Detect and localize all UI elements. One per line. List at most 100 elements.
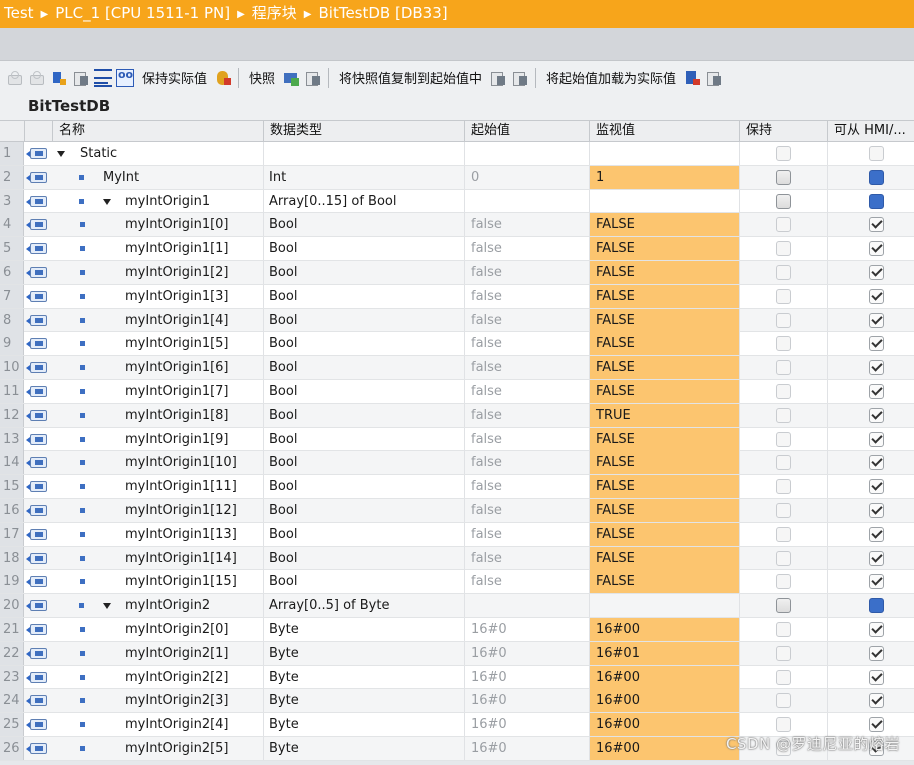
table-row[interactable]: 10 myIntOrigin1[6] Bool false FALSE	[0, 356, 914, 380]
monitor-value-cell[interactable]: FALSE	[589, 427, 739, 451]
row-number[interactable]: 6	[0, 261, 24, 284]
table-row[interactable]: 9 myIntOrigin1[5] Bool false FALSE	[0, 332, 914, 357]
name-cell[interactable]: myIntOrigin1[13]	[52, 523, 263, 546]
monitor-value-cell[interactable]: 16#01	[589, 641, 739, 665]
hmi-access-checkbox[interactable]	[869, 693, 884, 709]
hmi-access-checkbox[interactable]	[869, 407, 884, 423]
keep-actual-values-button[interactable]: 保持实际值	[142, 68, 207, 87]
retain-checkbox[interactable]	[776, 693, 791, 709]
table-row[interactable]: 12 myIntOrigin1[8] Bool false TRUE	[0, 403, 914, 428]
name-cell[interactable]: myIntOrigin2[2]	[52, 666, 263, 689]
retain-checkbox[interactable]	[776, 265, 791, 280]
hmi-access-checkbox[interactable]	[869, 550, 884, 566]
retain-checkbox[interactable]	[776, 193, 791, 209]
name-cell[interactable]: myIntOrigin2[5]	[52, 737, 263, 760]
breadcrumb-item-db[interactable]: BitTestDB [DB33]	[319, 4, 448, 22]
hmi-access-checkbox[interactable]	[869, 717, 884, 733]
expand-all-icon[interactable]	[50, 69, 68, 87]
start-value-cell[interactable]: false	[464, 332, 589, 356]
data-type-cell[interactable]: Bool	[263, 261, 464, 284]
table-row[interactable]: 4 myIntOrigin1[0] Bool false FALSE	[0, 213, 914, 238]
row-number[interactable]: 17	[0, 522, 24, 546]
start-value-cell[interactable]: false	[464, 261, 589, 284]
data-type-cell[interactable]: Bool	[263, 427, 464, 451]
retain-checkbox[interactable]	[776, 312, 791, 328]
data-type-cell[interactable]: Bool	[263, 475, 464, 499]
start-value-cell[interactable]: 16#0	[464, 689, 589, 713]
data-type-cell[interactable]: Bool	[263, 380, 464, 403]
copy-snapshot-icon[interactable]	[489, 69, 507, 87]
row-number[interactable]: 5	[0, 237, 24, 261]
monitor-value-cell[interactable]	[589, 142, 739, 165]
header-start-value[interactable]: 起始值	[464, 121, 589, 141]
snapshot-button[interactable]: 快照	[249, 68, 275, 87]
start-value-cell[interactable]: 16#0	[464, 737, 589, 760]
retain-checkbox[interactable]	[776, 407, 791, 423]
row-number[interactable]: 24	[0, 689, 24, 713]
table-row[interactable]: 6 myIntOrigin1[2] Bool false FALSE	[0, 261, 914, 285]
table-row[interactable]: 13 myIntOrigin1[9] Bool false FALSE	[0, 427, 914, 452]
table-row[interactable]: 15 myIntOrigin1[11] Bool false FALSE	[0, 475, 914, 499]
data-type-cell[interactable]: Array[0..15] of Bool	[263, 189, 464, 213]
retain-checkbox[interactable]	[776, 336, 791, 352]
retain-checkbox[interactable]	[776, 550, 791, 566]
monitor-value-cell[interactable]: FALSE	[589, 522, 739, 546]
table-row[interactable]: 23 myIntOrigin2[2] Byte 16#0 16#00	[0, 665, 914, 690]
row-number[interactable]: 16	[0, 499, 24, 522]
data-type-cell[interactable]: Byte	[263, 689, 464, 713]
data-type-cell[interactable]	[263, 142, 464, 165]
data-type-cell[interactable]: Byte	[263, 641, 464, 665]
row-number[interactable]: 25	[0, 713, 24, 737]
table-row[interactable]: 14 myIntOrigin1[10] Bool false FALSE	[0, 451, 914, 476]
hmi-access-checkbox[interactable]	[869, 455, 884, 471]
breadcrumb-item-plc[interactable]: PLC_1 [CPU 1511-1 PN]	[55, 4, 230, 22]
name-cell[interactable]: myIntOrigin1	[52, 190, 263, 213]
row-number[interactable]: 13	[0, 427, 24, 451]
table-row[interactable]: 7 myIntOrigin1[3] Bool false FALSE	[0, 284, 914, 309]
row-number[interactable]: 7	[0, 284, 24, 308]
expand-triangle-icon[interactable]	[103, 198, 111, 205]
header-monitor-value[interactable]: 监视值	[589, 121, 739, 141]
row-number[interactable]: 14	[0, 451, 24, 475]
row-number[interactable]: 10	[0, 356, 24, 380]
retain-checkbox[interactable]	[776, 217, 791, 233]
data-type-cell[interactable]: Bool	[263, 451, 464, 475]
data-type-cell[interactable]: Array[0..5] of Byte	[263, 594, 464, 618]
start-value-cell[interactable]	[464, 142, 589, 165]
table-row[interactable]: 20 myIntOrigin2 Array[0..5] of Byte	[0, 594, 914, 618]
monitor-value-cell[interactable]: FALSE	[589, 308, 739, 332]
hmi-access-checkbox[interactable]	[869, 217, 884, 233]
name-cell[interactable]: Static	[52, 142, 263, 165]
expand-triangle-icon[interactable]	[57, 151, 65, 157]
row-number[interactable]: 9	[0, 332, 24, 356]
hmi-access-checkbox[interactable]	[869, 622, 884, 637]
name-cell[interactable]: myIntOrigin1[5]	[52, 332, 263, 355]
hmi-access-checkbox[interactable]	[869, 479, 884, 495]
name-cell[interactable]: myIntOrigin1[15]	[52, 570, 263, 593]
breadcrumb-item-blocks[interactable]: 程序块	[252, 4, 297, 22]
data-type-cell[interactable]: Byte	[263, 713, 464, 737]
load-start-icon[interactable]	[683, 69, 701, 87]
snapshot-alt-icon[interactable]	[304, 69, 322, 87]
monitor-value-cell[interactable]: FALSE	[589, 261, 739, 284]
start-value-cell[interactable]: 16#0	[464, 665, 589, 689]
retain-checkbox[interactable]	[776, 598, 791, 614]
header-name[interactable]: 名称	[52, 121, 263, 141]
table-row[interactable]: 2 MyInt Int 0 1	[0, 165, 914, 190]
start-value-cell[interactable]: false	[464, 427, 589, 451]
name-cell[interactable]: myIntOrigin1[11]	[52, 475, 263, 498]
hmi-access-checkbox[interactable]	[869, 265, 884, 280]
copy-snapshot-alt-icon[interactable]	[511, 69, 529, 87]
name-cell[interactable]: myIntOrigin2	[52, 594, 263, 617]
start-value-cell[interactable]: false	[464, 403, 589, 427]
monitor-value-cell[interactable]: 16#00	[589, 618, 739, 641]
name-cell[interactable]: myIntOrigin1[0]	[52, 213, 263, 236]
table-row[interactable]: 17 myIntOrigin1[13] Bool false FALSE	[0, 522, 914, 547]
monitor-value-cell[interactable]: FALSE	[589, 356, 739, 380]
start-value-cell[interactable]: false	[464, 213, 589, 237]
data-type-cell[interactable]: Byte	[263, 665, 464, 689]
start-value-cell[interactable]: false	[464, 570, 589, 594]
table-row[interactable]: 21 myIntOrigin2[0] Byte 16#0 16#00	[0, 618, 914, 642]
start-value-cell[interactable]: false	[464, 546, 589, 570]
retain-checkbox[interactable]	[776, 645, 791, 661]
